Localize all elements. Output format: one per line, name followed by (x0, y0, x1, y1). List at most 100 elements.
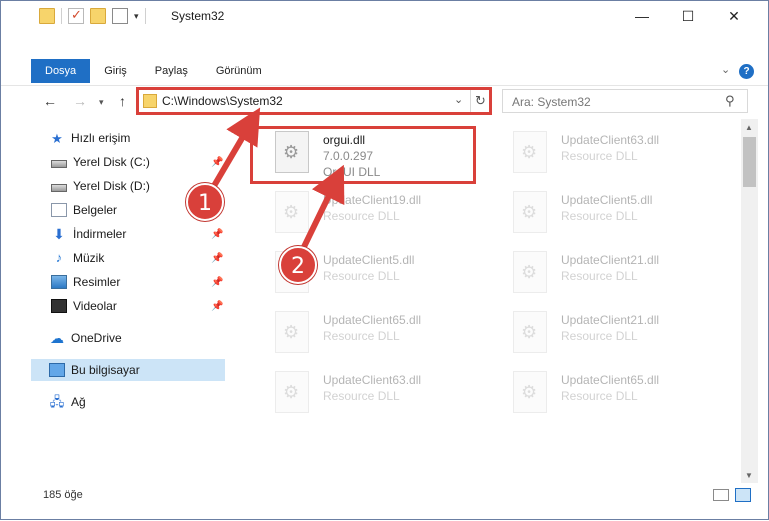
file-item[interactable]: UpdateClient63.dll Resource DLL (489, 123, 719, 179)
status-bar (1, 483, 768, 507)
file-item[interactable]: UpdateClient19.dll Resource DLL (251, 183, 481, 239)
sidebar-item-pictures[interactable]: Resimler 📌 (31, 271, 225, 293)
pin-icon[interactable]: 📌 (211, 253, 223, 264)
file-highlight-box (250, 126, 476, 184)
dll-file-icon (513, 191, 547, 233)
file-description: Resource DLL (561, 149, 638, 163)
pin-icon[interactable]: 📌 (211, 229, 223, 240)
file-name: UpdateClient65.dll (561, 373, 660, 387)
file-name: UpdateClient5.dll (323, 253, 415, 267)
file-item[interactable]: UpdateClient65.dll Resource DLL (489, 363, 719, 419)
dll-file-icon (513, 131, 547, 173)
up-arrow-icon[interactable]: ↑ (119, 93, 126, 109)
maximize-button[interactable]: ☐ (665, 1, 711, 31)
sidebar-item-label: İndirmeler (73, 227, 127, 241)
customize-icon[interactable] (112, 8, 128, 24)
file-description: Resource DLL (561, 389, 638, 403)
folder-icon[interactable] (39, 8, 55, 24)
file-name: UpdateClient5.dll (561, 193, 653, 207)
scroll-up-icon[interactable]: ▲ (745, 123, 753, 132)
file-item[interactable]: UpdateClient65.dll Resource DLL (251, 303, 481, 359)
sidebar-item-videos[interactable]: Videolar 📌 (31, 295, 225, 317)
sidebar-item-music[interactable]: ♪ Müzik 📌 (31, 247, 225, 269)
tab-file[interactable]: Dosya (31, 59, 91, 83)
network-icon: 🖧 (49, 394, 65, 409)
sidebar-item-onedrive[interactable]: ☁ OneDrive (31, 327, 225, 349)
callout-step-1: 1 (186, 183, 224, 221)
document-icon (51, 203, 67, 217)
sidebar-item-label: Bu bilgisayar (71, 363, 140, 377)
dll-file-icon (275, 191, 309, 233)
file-name: UpdateClient21.dll (561, 253, 660, 267)
file-item[interactable]: UpdateClient21.dll Resource DLL (489, 303, 719, 359)
forward-arrow-icon[interactable]: → (73, 93, 87, 109)
search-icon[interactable]: ⚲ (725, 93, 735, 109)
drive-icon (51, 184, 67, 192)
download-icon: ⬇ (53, 226, 65, 242)
music-icon: ♪ (55, 250, 63, 265)
sidebar-item-network[interactable]: 🖧 Ağ (31, 391, 225, 413)
chevron-down-icon[interactable]: ▾ (134, 11, 139, 22)
navigation-pane: ★ Hızlı erişim Yerel Disk (C:) 📌 Yerel D… (31, 119, 225, 481)
explorer-window: ▾ System32 — ☐ ✕ Dosya Giriş Paylaş Görü… (0, 0, 769, 520)
file-name: UpdateClient65.dll (323, 313, 422, 327)
drive-icon (51, 160, 67, 168)
details-view-icon[interactable] (713, 489, 729, 501)
pictures-icon (51, 275, 67, 289)
expand-ribbon-chevron-icon[interactable]: ⌄ (721, 63, 730, 76)
item-count: 185 öğe (43, 489, 83, 501)
sidebar-item-downloads[interactable]: ⬇ İndirmeler 📌 (31, 223, 225, 245)
help-icon[interactable]: ? (739, 64, 754, 79)
address-highlight-box (136, 87, 492, 115)
tiles-view-icon[interactable] (735, 488, 751, 502)
file-name: UpdateClient63.dll (561, 133, 660, 147)
sidebar-item-quick-access[interactable]: ★ Hızlı erişim (31, 127, 225, 149)
file-description: Resource DLL (323, 269, 400, 283)
sidebar-item-label: OneDrive (71, 331, 122, 345)
file-description: Resource DLL (561, 269, 638, 283)
cloud-icon: ☁ (50, 330, 64, 346)
dll-file-icon (275, 311, 309, 353)
search-input[interactable]: Ara: System32 (512, 95, 591, 109)
toolbar-divider (61, 8, 62, 24)
video-icon (51, 299, 67, 313)
sidebar-item-label: Yerel Disk (D:) (73, 179, 150, 193)
sidebar-item-label: Ağ (71, 395, 86, 409)
minimize-button[interactable]: — (619, 1, 665, 31)
file-name: UpdateClient63.dll (323, 373, 422, 387)
new-folder-icon[interactable] (90, 8, 106, 24)
search-box[interactable]: Ara: System32 ⚲ (502, 89, 748, 113)
file-item[interactable]: UpdateClient21.dll Resource DLL (489, 243, 719, 299)
pin-icon[interactable]: 📌 (211, 277, 223, 288)
pin-icon[interactable]: 📌 (211, 157, 223, 168)
callout-step-2: 2 (279, 246, 317, 284)
toolbar-divider (144, 8, 146, 24)
window-title: System32 (171, 9, 225, 23)
tab-home[interactable]: Giriş (90, 59, 141, 83)
file-description: Resource DLL (323, 209, 400, 223)
close-button[interactable]: ✕ (711, 1, 757, 31)
file-description: Resource DLL (561, 209, 638, 223)
sidebar-item-this-pc[interactable]: Bu bilgisayar (31, 359, 225, 381)
properties-check-icon[interactable] (68, 7, 84, 24)
file-item[interactable]: UpdateClient63.dll Resource DLL (251, 363, 481, 419)
recent-locations-chevron-icon[interactable]: ▾ (99, 97, 104, 108)
back-arrow-icon[interactable]: ← (43, 93, 57, 109)
file-description: Resource DLL (323, 329, 400, 343)
sidebar-item-label: Belgeler (73, 203, 118, 217)
scroll-down-icon[interactable]: ▼ (745, 471, 753, 480)
ribbon-tabs: Dosya Giriş Paylaş Görünüm (31, 59, 276, 83)
star-icon: ★ (51, 131, 63, 146)
sidebar-item-label: Müzik (73, 251, 105, 265)
sidebar-item-disk-c[interactable]: Yerel Disk (C:) 📌 (31, 151, 225, 173)
file-item[interactable]: UpdateClient5.dll Resource DLL (489, 183, 719, 239)
quick-access-toolbar: ▾ (39, 7, 146, 24)
computer-icon (49, 363, 65, 377)
dll-file-icon (513, 371, 547, 413)
tab-view[interactable]: Görünüm (202, 59, 276, 83)
file-description: Resource DLL (561, 329, 638, 343)
tab-share[interactable]: Paylaş (141, 59, 202, 83)
pin-icon[interactable]: 📌 (211, 301, 223, 312)
file-name: UpdateClient19.dll (323, 193, 422, 207)
scrollbar-thumb[interactable] (743, 137, 756, 187)
